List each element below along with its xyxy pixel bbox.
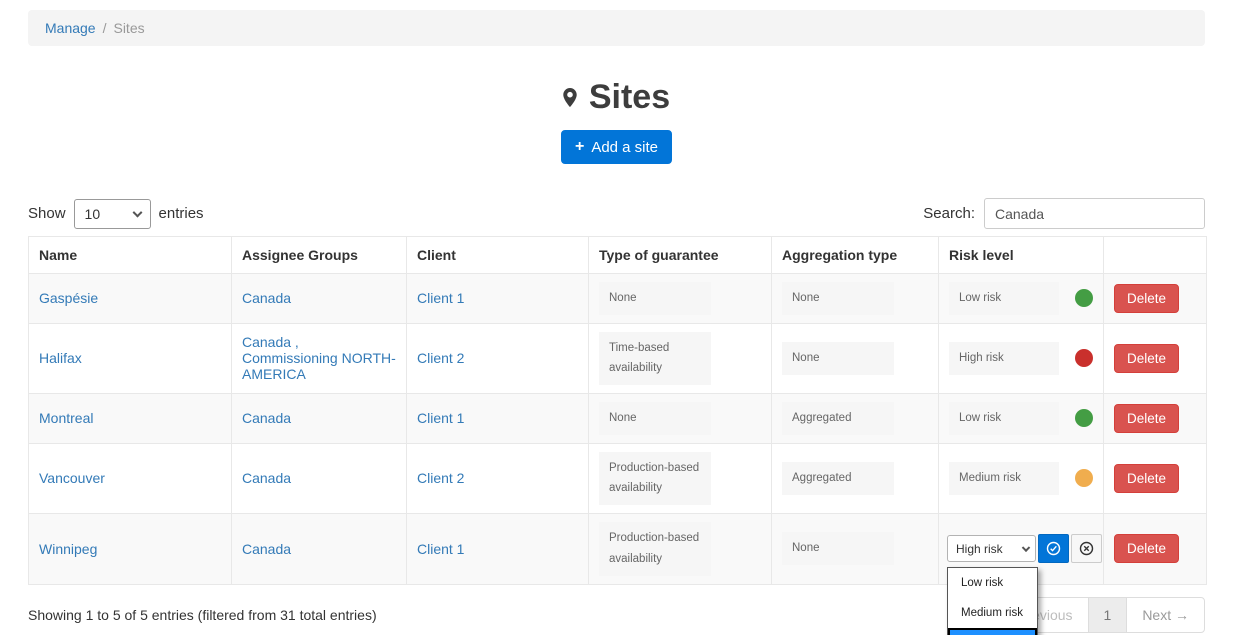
dropdown-option-high-risk[interactable]: High risk bbox=[948, 628, 1037, 635]
sites-table: Name Assignee Groups Client Type of guar… bbox=[28, 236, 1207, 585]
risk-value[interactable]: Medium risk bbox=[949, 462, 1059, 495]
search-label: Search: bbox=[923, 205, 975, 222]
risk-select-dropdown: Low risk Medium risk High risk bbox=[947, 567, 1038, 635]
add-site-button[interactable]: + Add a site bbox=[561, 130, 672, 164]
assignee-groups-link[interactable]: Canada bbox=[242, 541, 291, 557]
risk-level-editor: High risk bbox=[947, 534, 1102, 563]
delete-button[interactable]: Delete bbox=[1114, 344, 1179, 373]
delete-button[interactable]: Delete bbox=[1114, 464, 1179, 493]
assignee-groups-link[interactable]: Canada bbox=[242, 290, 291, 306]
show-label: Show bbox=[28, 205, 66, 222]
check-circle-icon bbox=[1046, 541, 1061, 556]
guarantee-value[interactable]: Production-based availability bbox=[599, 522, 711, 575]
site-name-link[interactable]: Winnipeg bbox=[39, 541, 97, 557]
guarantee-value[interactable]: None bbox=[599, 402, 711, 435]
plus-icon: + bbox=[575, 138, 584, 156]
delete-button[interactable]: Delete bbox=[1114, 404, 1179, 433]
delete-button[interactable]: Delete bbox=[1114, 284, 1179, 313]
site-name-link[interactable]: Gaspésie bbox=[39, 290, 98, 306]
aggregation-value[interactable]: None bbox=[782, 342, 894, 375]
aggregation-value[interactable]: Aggregated bbox=[782, 402, 894, 435]
risk-value[interactable]: Low risk bbox=[949, 402, 1059, 435]
aggregation-value[interactable]: None bbox=[782, 282, 894, 315]
risk-level-select[interactable]: High risk bbox=[947, 535, 1036, 562]
assignee-groups-link[interactable]: Canada bbox=[242, 470, 291, 486]
site-name-link[interactable]: Vancouver bbox=[39, 470, 105, 486]
table-header-row: Name Assignee Groups Client Type of guar… bbox=[29, 237, 1207, 274]
site-name-link[interactable]: Montreal bbox=[39, 410, 93, 426]
risk-indicator-dot bbox=[1075, 469, 1093, 487]
risk-indicator-dot bbox=[1075, 409, 1093, 427]
add-site-label: Add a site bbox=[591, 139, 658, 156]
risk-indicator-dot bbox=[1075, 349, 1093, 367]
header-guarantee: Type of guarantee bbox=[589, 237, 772, 274]
header-assignee-groups: Assignee Groups bbox=[232, 237, 407, 274]
header-client: Client bbox=[407, 237, 589, 274]
map-pin-icon bbox=[563, 88, 577, 107]
page-title-text: Sites bbox=[589, 78, 670, 117]
search-input[interactable] bbox=[984, 198, 1205, 229]
cancel-button[interactable] bbox=[1071, 534, 1102, 563]
table-row: Winnipeg Canada Client 1 Production-base… bbox=[29, 514, 1207, 584]
x-circle-icon bbox=[1079, 541, 1094, 556]
page-title: Sites bbox=[563, 78, 670, 117]
header-actions bbox=[1104, 237, 1207, 274]
guarantee-value[interactable]: None bbox=[599, 282, 711, 315]
aggregation-value[interactable]: None bbox=[782, 532, 894, 565]
table-row: Montreal Canada Client 1 None Aggregated… bbox=[29, 394, 1207, 444]
breadcrumb: Manage / Sites bbox=[28, 10, 1205, 46]
confirm-button[interactable] bbox=[1038, 534, 1069, 563]
pagination-page-1[interactable]: 1 bbox=[1089, 598, 1128, 632]
pagination-next[interactable]: Next → bbox=[1127, 598, 1204, 632]
risk-indicator-dot bbox=[1075, 289, 1093, 307]
client-link[interactable]: Client 1 bbox=[417, 290, 464, 306]
risk-value[interactable]: High risk bbox=[949, 342, 1059, 375]
site-name-link[interactable]: Halifax bbox=[39, 350, 82, 366]
client-link[interactable]: Client 1 bbox=[417, 541, 464, 557]
delete-button[interactable]: Delete bbox=[1114, 534, 1179, 563]
header-risk-level: Risk level bbox=[939, 237, 1104, 274]
assignee-groups-link[interactable]: Canada , Commissioning NORTH-AMERICA bbox=[242, 334, 396, 382]
table-row: Halifax Canada , Commissioning NORTH-AME… bbox=[29, 323, 1207, 393]
client-link[interactable]: Client 1 bbox=[417, 410, 464, 426]
guarantee-value[interactable]: Time-based availability bbox=[599, 332, 711, 385]
breadcrumb-current: Sites bbox=[113, 20, 144, 36]
table-row: Vancouver Canada Client 2 Production-bas… bbox=[29, 443, 1207, 513]
table-row: Gaspésie Canada Client 1 None None Low r… bbox=[29, 274, 1207, 324]
client-link[interactable]: Client 2 bbox=[417, 470, 464, 486]
page-length-select[interactable]: 10 bbox=[74, 199, 151, 229]
assignee-groups-link[interactable]: Canada bbox=[242, 410, 291, 426]
aggregation-value[interactable]: Aggregated bbox=[782, 462, 894, 495]
header-name: Name bbox=[29, 237, 232, 274]
risk-value[interactable]: Low risk bbox=[949, 282, 1059, 315]
entries-summary: Showing 1 to 5 of 5 entries (filtered fr… bbox=[28, 607, 377, 623]
entries-label: entries bbox=[159, 205, 204, 222]
client-link[interactable]: Client 2 bbox=[417, 350, 464, 366]
breadcrumb-separator: / bbox=[103, 20, 107, 36]
breadcrumb-manage-link[interactable]: Manage bbox=[45, 20, 96, 36]
guarantee-value[interactable]: Production-based availability bbox=[599, 452, 711, 505]
dropdown-option-medium-risk[interactable]: Medium risk bbox=[948, 598, 1037, 628]
dropdown-option-low-risk[interactable]: Low risk bbox=[948, 568, 1037, 598]
header-aggregation: Aggregation type bbox=[772, 237, 939, 274]
